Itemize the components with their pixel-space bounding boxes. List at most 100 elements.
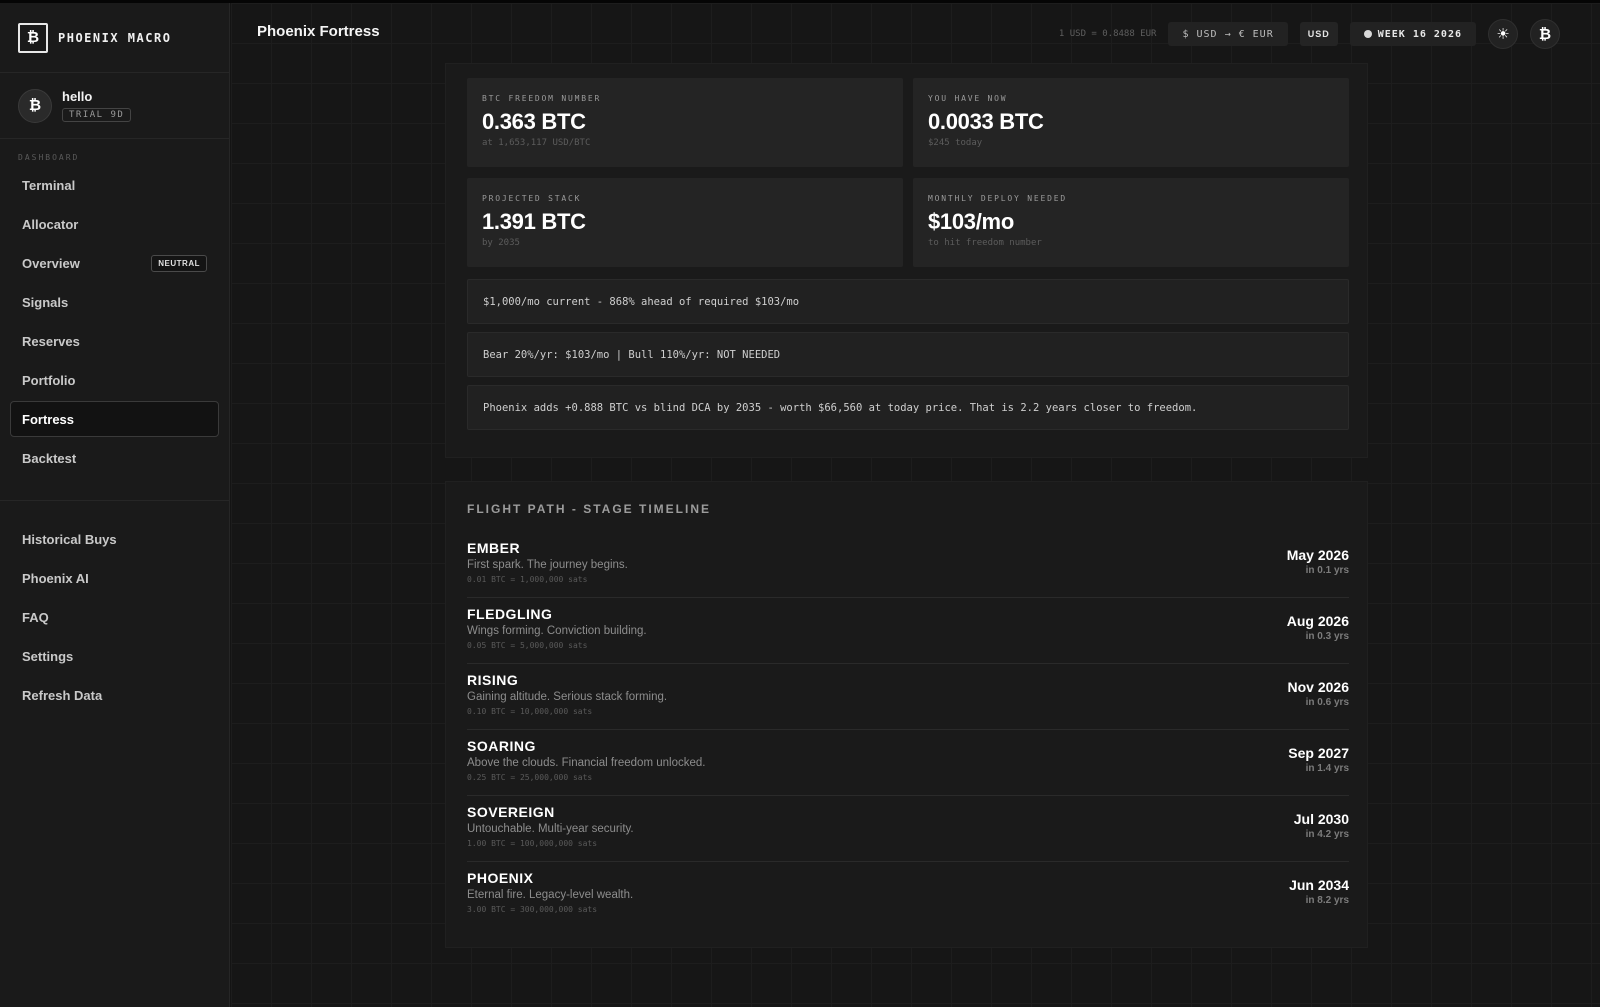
sidebar-item-fortress[interactable]: Fortress: [10, 401, 219, 437]
sidebar-item-label: Fortress: [22, 411, 75, 427]
bitcoin-account-button[interactable]: ₿: [1530, 19, 1560, 49]
stage-desc: First spark. The journey begins.: [467, 559, 628, 571]
stat-sub: by 2035: [482, 238, 520, 248]
stat-sub: $245 today: [928, 138, 983, 148]
sidebar-item-refresh-data[interactable]: Refresh Data: [10, 677, 219, 713]
sidebar-item-settings[interactable]: Settings: [10, 638, 219, 674]
week-label: WEEK 16 2026: [1377, 28, 1462, 40]
stage-eta: in 8.2 yrs: [1305, 895, 1349, 906]
note-scenarios: Bear 20%/yr: $103/mo | Bull 110%/yr: NOT…: [467, 332, 1349, 377]
stat-value: 0.0033 BTC: [928, 109, 1044, 134]
stage-eta: in 0.3 yrs: [1305, 631, 1349, 642]
stage-date: Aug 2026: [1286, 613, 1349, 629]
stage-fledgling: FLEDGLING Wings forming. Conviction buil…: [467, 598, 1349, 664]
stage-name: RISING: [467, 672, 519, 688]
currency-toggle[interactable]: USD: [1299, 22, 1338, 46]
section-title: FLIGHT PATH - STAGE TIMELINE: [467, 502, 711, 516]
week-indicator: WEEK 16 2026: [1349, 22, 1476, 46]
fx-rate: 1 USD = 0.8488 EUR: [1058, 29, 1157, 39]
stat-value: 0.363 BTC: [482, 109, 586, 134]
stage-desc: Eternal fire. Legacy-level wealth.: [467, 889, 634, 901]
sidebar-item-label: Backtest: [22, 450, 77, 466]
stage-name: EMBER: [467, 540, 521, 556]
stage-date: Jun 2034: [1289, 877, 1349, 893]
stage-soaring: SOARING Above the clouds. Financial free…: [467, 730, 1349, 796]
stat-label: BTC FREEDOM NUMBER: [482, 94, 602, 103]
sidebar-item-label: Portfolio: [22, 372, 76, 388]
app-window: ₿ PHOENIX MACRO ₿ hello TRIAL 9D DASHBOA…: [0, 0, 1600, 1007]
dashboard-section-label: DASHBOARD: [18, 153, 80, 162]
stage-sats: 0.01 BTC = 1,000,000 sats: [467, 575, 588, 584]
sidebar-item-label: Allocator: [22, 216, 79, 232]
stat-card-you-have-now: YOU HAVE NOW 0.0033 BTC $245 today: [913, 78, 1349, 167]
stat-sub: at 1,653,117 USD/BTC: [482, 138, 591, 148]
sidebar-item-label: Refresh Data: [22, 687, 103, 703]
sidebar-item-label: Signals: [22, 294, 69, 310]
stage-name: PHOENIX: [467, 870, 534, 886]
stat-sub: to hit freedom number: [928, 238, 1042, 248]
stage-desc: Gaining altitude. Serious stack forming.: [467, 691, 668, 703]
stage-name: SOVEREIGN: [467, 804, 555, 820]
stat-card-monthly-deploy: MONTHLY DEPLOY NEEDED $103/mo to hit fre…: [913, 178, 1349, 267]
page-title: Phoenix Fortress: [257, 23, 380, 40]
stage-sovereign: SOVEREIGN Untouchable. Multi-year securi…: [467, 796, 1349, 862]
stage-sats: 0.05 BTC = 5,000,000 sats: [467, 641, 588, 650]
stage-name: FLEDGLING: [467, 606, 553, 622]
sidebar-item-portfolio[interactable]: Portfolio: [10, 362, 219, 398]
stage-phoenix: PHOENIX Eternal fire. Legacy-level wealt…: [467, 862, 1349, 928]
stage-sats: 0.25 BTC = 25,000,000 sats: [467, 773, 593, 782]
stage-date: Jul 2030: [1293, 811, 1349, 827]
header-controls: 1 USD = 0.8488 EUR $ USD → € EUR USD WEE…: [1059, 19, 1560, 49]
user-name: hello: [62, 89, 93, 104]
stat-label: PROJECTED STACK: [482, 194, 582, 203]
stage-sats: 0.10 BTC = 10,000,000 sats: [467, 707, 593, 716]
stage-eta: in 0.1 yrs: [1305, 565, 1349, 576]
sidebar-item-backtest[interactable]: Backtest: [10, 440, 219, 476]
note-phoenix-advantage: Phoenix adds +0.888 BTC vs blind DCA by …: [467, 385, 1349, 430]
sidebar-item-label: Historical Buys: [22, 531, 117, 547]
note-current-deploy: $1,000/mo current - 868% ahead of requir…: [467, 279, 1349, 324]
stage-eta: in 1.4 yrs: [1305, 763, 1349, 774]
sidebar-item-label: Phoenix AI: [22, 570, 89, 586]
sidebar-item-label: Terminal: [22, 177, 76, 193]
currency-convert-button[interactable]: $ USD → € EUR: [1168, 22, 1288, 46]
bitcoin-logo-icon: ₿: [18, 22, 48, 53]
stat-card-projected-stack: PROJECTED STACK 1.391 BTC by 2035: [467, 178, 903, 267]
stat-value: $103/mo: [928, 209, 1014, 234]
stage-desc: Untouchable. Multi-year security.: [467, 823, 634, 835]
sidebar-item-phoenix-ai[interactable]: Phoenix AI: [10, 560, 219, 596]
brand[interactable]: ₿ PHOENIX MACRO: [0, 3, 229, 73]
bitcoin-icon: ₿: [1538, 25, 1552, 43]
stat-label: YOU HAVE NOW: [928, 94, 1008, 103]
header: Phoenix Fortress 1 USD = 0.8488 EUR $ US…: [231, 3, 1600, 63]
stage-timeline-panel: FLIGHT PATH - STAGE TIMELINE EMBER First…: [445, 481, 1368, 948]
sidebar-item-faq[interactable]: FAQ: [10, 599, 219, 635]
avatar: ₿: [18, 88, 52, 123]
sidebar-item-overview[interactable]: Overview NEUTRAL: [10, 245, 219, 281]
stage-date: May 2026: [1286, 547, 1349, 563]
stat-value: 1.391 BTC: [482, 209, 586, 234]
sidebar-item-terminal[interactable]: Terminal: [10, 167, 219, 203]
sidebar-divider: [0, 500, 229, 501]
stage-name: SOARING: [467, 738, 536, 754]
sidebar-item-reserves[interactable]: Reserves: [10, 323, 219, 359]
sidebar-item-label: FAQ: [22, 609, 49, 625]
stage-desc: Above the clouds. Financial freedom unlo…: [467, 757, 706, 769]
sidebar-item-label: Settings: [22, 648, 74, 664]
stage-sats: 3.00 BTC = 300,000,000 sats: [467, 905, 598, 914]
freedom-summary-panel: BTC FREEDOM NUMBER 0.363 BTC at 1,653,11…: [445, 63, 1368, 458]
stage-desc: Wings forming. Conviction building.: [467, 625, 647, 637]
stage-date: Sep 2027: [1288, 745, 1349, 761]
sidebar: ₿ PHOENIX MACRO ₿ hello TRIAL 9D DASHBOA…: [0, 3, 230, 1007]
user-profile[interactable]: ₿ hello TRIAL 9D: [0, 73, 229, 139]
sidebar-item-historical-buys[interactable]: Historical Buys: [10, 521, 219, 557]
status-dot-icon: [1363, 30, 1372, 38]
sidebar-item-allocator[interactable]: Allocator: [10, 206, 219, 242]
stage-eta: in 4.2 yrs: [1305, 829, 1349, 840]
stage-rising: RISING Gaining altitude. Serious stack f…: [467, 664, 1349, 730]
main-content: Phoenix Fortress 1 USD = 0.8488 EUR $ US…: [231, 3, 1600, 1007]
theme-toggle-button[interactable]: ☀: [1488, 19, 1518, 49]
stage-ember: EMBER First spark. The journey begins. 0…: [467, 532, 1349, 598]
brand-name: PHOENIX MACRO: [58, 30, 172, 45]
sidebar-item-signals[interactable]: Signals: [10, 284, 219, 320]
